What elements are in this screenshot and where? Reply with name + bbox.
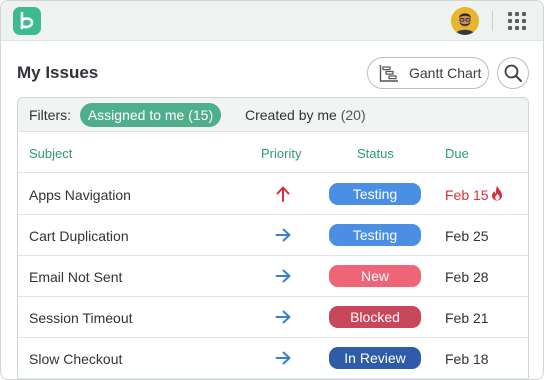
issues-table: Filters: Assigned to me (15) Created by … xyxy=(17,97,529,379)
status-badge[interactable]: New xyxy=(329,265,421,287)
issue-subject[interactable]: Session Timeout xyxy=(29,310,133,326)
due-date: Feb 25 xyxy=(445,228,489,244)
issue-subject[interactable]: Slow Checkout xyxy=(29,351,122,367)
status-badge[interactable]: Blocked xyxy=(329,306,421,328)
column-header-due[interactable]: Due xyxy=(445,146,469,161)
right-arrow-icon xyxy=(275,349,291,367)
right-arrow-icon xyxy=(275,267,291,285)
due-date: Feb 21 xyxy=(445,310,489,326)
issue-subject[interactable]: Cart Duplication xyxy=(29,228,129,244)
filter-created-label: Created by me xyxy=(245,107,337,123)
app-logo[interactable] xyxy=(13,7,41,35)
search-icon xyxy=(504,64,522,82)
filter-created-by-me[interactable]: Created by me (20) xyxy=(245,107,366,123)
due-date: Feb 18 xyxy=(445,351,489,367)
top-bar xyxy=(1,1,543,41)
right-arrow-icon xyxy=(275,308,291,326)
right-arrow-icon xyxy=(275,226,291,244)
logo-b-icon xyxy=(20,12,34,30)
up-arrow-icon xyxy=(275,185,291,203)
table-row[interactable]: Cart Duplication Testing Feb 25 xyxy=(18,215,528,256)
filter-assigned-to-me[interactable]: Assigned to me (15) xyxy=(80,103,221,127)
status-badge[interactable]: In Review xyxy=(329,347,421,369)
gantt-chart-label: Gantt Chart xyxy=(409,65,482,81)
column-header-priority[interactable]: Priority xyxy=(261,146,301,161)
app-window: My Issues Gantt Chart Filters: Assigned … xyxy=(0,0,544,380)
table-row[interactable]: Slow Checkout In Review Feb 18 xyxy=(18,338,528,379)
user-avatar-icon xyxy=(451,7,479,35)
table-row[interactable]: Session Timeout Blocked Feb 21 xyxy=(18,297,528,338)
gantt-icon xyxy=(379,65,398,82)
issue-subject[interactable]: Apps Navigation xyxy=(29,187,131,203)
table-row[interactable]: Apps Navigation Testing Feb 15 xyxy=(18,174,528,215)
filter-bar: Filters: Assigned to me (15) Created by … xyxy=(18,98,528,132)
due-date: Feb 28 xyxy=(445,269,489,285)
column-header-status[interactable]: Status xyxy=(357,146,394,161)
table-row[interactable]: Email Not Sent New Feb 28 xyxy=(18,256,528,297)
page-title: My Issues xyxy=(17,63,99,82)
fire-icon xyxy=(491,185,503,201)
apps-grid-icon[interactable] xyxy=(508,12,526,30)
filter-assigned-label: Assigned to me xyxy=(87,107,185,123)
filter-created-count: (20) xyxy=(340,107,366,123)
status-badge[interactable]: Testing xyxy=(329,183,421,205)
due-date: Feb 15 xyxy=(445,187,489,203)
issue-subject[interactable]: Email Not Sent xyxy=(29,269,122,285)
status-badge[interactable]: Testing xyxy=(329,224,421,246)
divider xyxy=(492,11,493,31)
table-header: Subject Priority Status Due xyxy=(18,133,528,173)
search-button[interactable] xyxy=(497,57,529,89)
avatar[interactable] xyxy=(451,7,479,35)
filters-label: Filters: xyxy=(29,107,71,123)
gantt-chart-button[interactable]: Gantt Chart xyxy=(367,57,489,89)
column-header-subject[interactable]: Subject xyxy=(29,146,72,161)
filter-assigned-count: (15) xyxy=(188,107,214,123)
